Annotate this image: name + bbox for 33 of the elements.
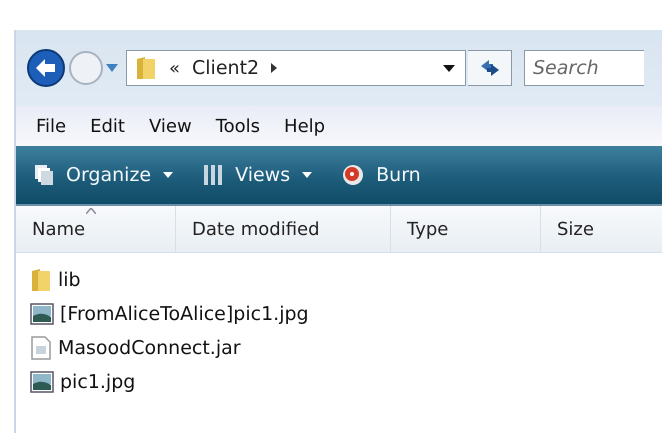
- file-name[interactable]: MasoodConnect.jar: [58, 337, 241, 359]
- image-file-icon: [30, 303, 54, 325]
- overflow-chevron[interactable]: «: [169, 58, 180, 78]
- toolbar-button[interactable]: Burn: [342, 164, 421, 186]
- menu-item[interactable]: Tools: [216, 116, 260, 136]
- toolbar-button[interactable]: Views: [203, 164, 312, 186]
- search-field[interactable]: Search: [524, 50, 644, 86]
- columns-icon: [203, 164, 224, 186]
- column-header[interactable]: Type: [391, 206, 541, 252]
- column-header[interactable]: Date modified: [176, 206, 391, 252]
- disc-icon: [342, 164, 364, 186]
- file-name[interactable]: lib: [58, 269, 81, 291]
- document-icon: [30, 336, 52, 360]
- file-name[interactable]: [FromAliceToAlice]pic1.jpg: [60, 303, 309, 325]
- image-file-icon: [30, 371, 54, 393]
- dropdown-icon[interactable]: [443, 64, 455, 72]
- column-header[interactable]: Size: [541, 206, 662, 252]
- refresh-button[interactable]: [468, 50, 512, 86]
- menu-item[interactable]: View: [148, 116, 192, 136]
- folder-icon: [30, 267, 52, 293]
- menu-item[interactable]: Help: [284, 116, 326, 136]
- menu-item[interactable]: File: [36, 116, 66, 136]
- menu-item[interactable]: Edit: [90, 116, 125, 136]
- address-bar[interactable]: « Client2: [126, 50, 466, 86]
- toolbar-button[interactable]: Organize: [34, 164, 174, 186]
- column-header[interactable]: Name: [16, 206, 176, 252]
- file-name[interactable]: pic1.jpg: [60, 371, 136, 393]
- folder-icon: [135, 55, 157, 81]
- pages-icon: [34, 164, 54, 186]
- back-button[interactable]: [26, 48, 66, 88]
- breadcrumb[interactable]: Client2: [192, 57, 260, 79]
- refresh-icon: [478, 58, 500, 78]
- arrow-right-icon[interactable]: [271, 63, 278, 73]
